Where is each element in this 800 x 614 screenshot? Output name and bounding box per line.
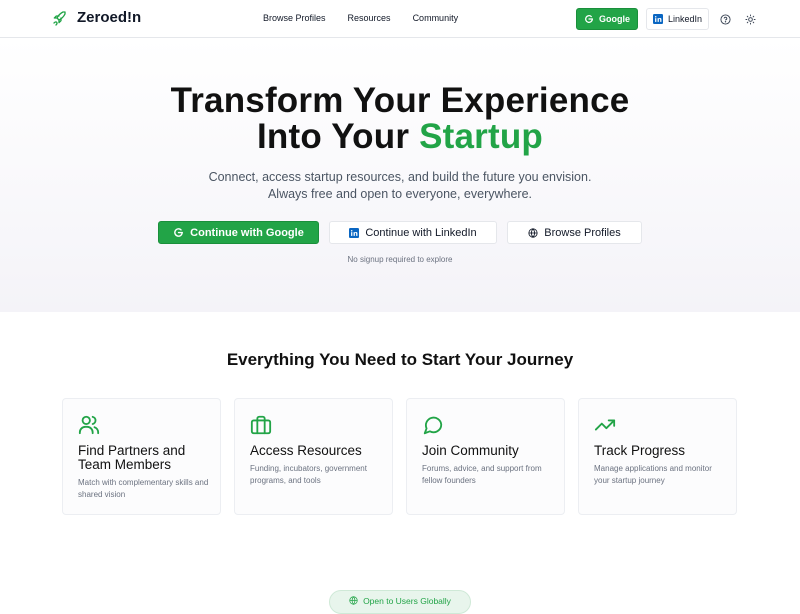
browse-profiles-button[interactable]: Browse Profiles	[507, 221, 642, 244]
hero-title-line2-prefix: Into Your	[257, 117, 420, 156]
feature-title: Track Progress	[594, 443, 686, 458]
nav-browse-profiles[interactable]: Browse Profiles	[263, 13, 326, 23]
sun-icon	[744, 13, 756, 25]
open-globally-label: Open to Users Globally	[363, 596, 451, 606]
message-circle-icon	[423, 416, 443, 435]
brand-name: Zeroed!n	[77, 9, 142, 26]
nav-resources[interactable]: Resources	[348, 13, 391, 23]
top-navbar: Zeroed!n Browse Profiles Resources Commu…	[0, 0, 800, 38]
brand-logo[interactable]: Zeroed!n	[51, 9, 141, 26]
linkedin-icon	[349, 227, 360, 238]
hero-title: Transform Your Experience Into Your Star…	[0, 83, 800, 155]
feature-description: Match with complementary skills and shar…	[78, 478, 209, 499]
help-button[interactable]	[718, 12, 732, 26]
google-signin-button[interactable]: Google	[576, 8, 638, 30]
hero-title-line1: Transform Your Experience	[170, 81, 630, 120]
continue-google-label: Continue with Google	[190, 226, 304, 239]
features-title: Everything You Need to Start Your Journe…	[226, 350, 574, 369]
google-g-icon	[585, 15, 593, 23]
hero-section: Transform Your Experience Into Your Star…	[0, 38, 800, 312]
feature-card-partners[interactable]: Find Partners and Team Members Match wit…	[62, 398, 221, 515]
feature-card-progress[interactable]: Track Progress Manage applications and m…	[578, 398, 737, 515]
google-button-label: Google	[599, 14, 630, 24]
feature-description: Manage applications and monitor your sta…	[594, 464, 712, 485]
help-circle-icon	[719, 13, 731, 25]
feature-description: Forums, advice, and support from fellow …	[422, 464, 542, 485]
open-globally-badge: Open to Users Globally	[329, 590, 471, 614]
feature-card-resources[interactable]: Access Resources Funding, incubators, go…	[234, 398, 393, 515]
hero-subtitle-line1: Connect, access startup resources, and b…	[208, 170, 592, 184]
browse-profiles-label: Browse Profiles	[544, 226, 621, 239]
linkedin-signin-button[interactable]: LinkedIn	[646, 8, 709, 30]
feature-card-community[interactable]: Join Community Forums, advice, and suppo…	[406, 398, 565, 515]
users-icon	[78, 415, 100, 435]
trending-up-icon	[594, 419, 616, 431]
feature-description: Funding, incubators, government programs…	[250, 464, 367, 485]
hero-subtitle-line2: Always free and open to everyone, everyw…	[267, 187, 533, 201]
linkedin-icon	[652, 14, 663, 24]
feature-title: Access Resources	[250, 443, 362, 458]
no-signup-note: No signup required to explore	[347, 255, 453, 264]
briefcase-icon	[250, 415, 272, 435]
continue-with-linkedin-button[interactable]: Continue with LinkedIn	[329, 221, 497, 244]
feature-title: Join Community	[422, 443, 519, 458]
hero-title-accent: Startup	[419, 117, 543, 156]
linkedin-button-label: LinkedIn	[667, 14, 703, 24]
globe-icon	[528, 227, 538, 238]
nav-community[interactable]: Community	[413, 13, 459, 23]
rocket-icon	[53, 10, 66, 26]
hero-subtitle: Connect, access startup resources, and b…	[0, 169, 800, 203]
globe-icon	[349, 596, 358, 605]
continue-linkedin-label: Continue with LinkedIn	[365, 226, 477, 239]
continue-with-google-button[interactable]: Continue with Google	[158, 221, 319, 244]
google-g-icon	[174, 228, 184, 237]
main-nav: Browse Profiles Resources Community	[263, 13, 458, 23]
feature-title: Find Partners and Team Members	[78, 443, 186, 472]
theme-toggle-button[interactable]	[743, 12, 757, 26]
